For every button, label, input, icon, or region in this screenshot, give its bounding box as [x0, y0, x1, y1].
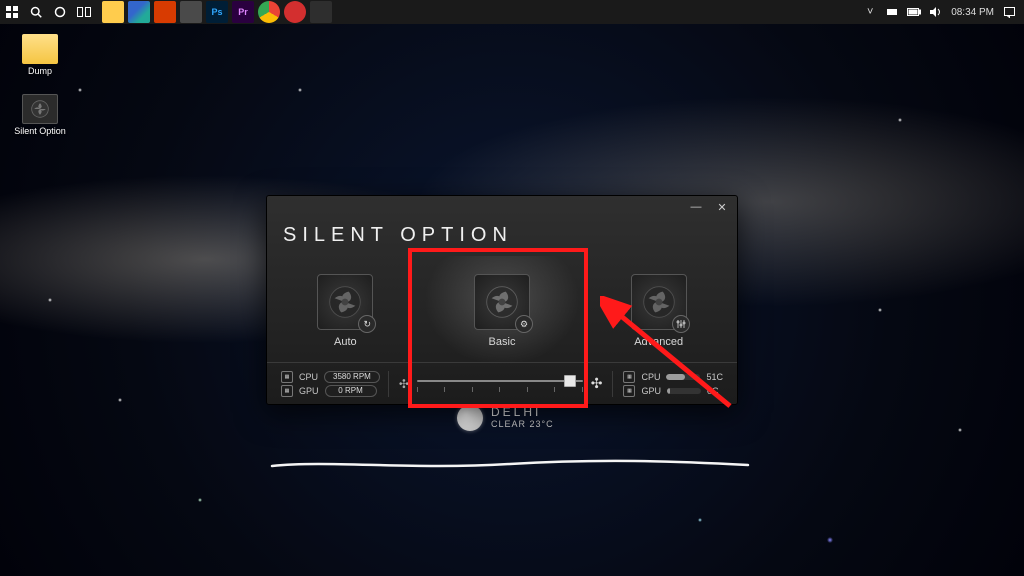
weather-city: DELHI [491, 406, 554, 419]
weather-widget[interactable]: DELHI CLEAR 23°C [457, 405, 554, 431]
weather-moon-icon [457, 405, 483, 431]
mode-advanced[interactable]: Advanced [580, 256, 737, 366]
gpu-label: GPU [299, 386, 319, 396]
taskbar-left: Ps Pr [0, 0, 334, 24]
tray-network-icon[interactable] [885, 5, 899, 19]
search-button[interactable] [24, 0, 48, 24]
gpu-chip-icon: ▦ [281, 385, 293, 397]
desktop-icon-label: Dump [12, 66, 68, 76]
fan-icon [631, 274, 687, 330]
taskbar-app-explorer[interactable] [102, 1, 124, 23]
cpu-temp-value: 51C [706, 372, 723, 382]
tray-clock[interactable]: 08:34 PM [951, 7, 994, 18]
cortana-button[interactable] [48, 0, 72, 24]
cpu-label: CPU [299, 372, 318, 382]
tray-volume-icon[interactable] [929, 5, 943, 19]
app-title: SILENT OPTION [283, 224, 513, 247]
folder-icon [22, 34, 58, 64]
desktop-icon-silent-option[interactable]: Silent Option [12, 94, 68, 136]
gpu-temp-value: 0C [707, 386, 719, 396]
weather-condition: CLEAR 23°C [491, 420, 554, 430]
gpu-label: GPU [641, 386, 661, 396]
right-stats: ▦ CPU 51C ▦ GPU 0C [612, 371, 737, 397]
taskbar-app-edge[interactable] [128, 1, 150, 23]
gpu-chip-icon: ▦ [623, 385, 635, 397]
mode-label: Advanced [634, 336, 683, 348]
taskbar-app-calc[interactable] [180, 1, 202, 23]
taskbar-app-recorder[interactable] [284, 1, 306, 23]
taskbar-apps: Ps Pr [100, 0, 334, 24]
taskbar-tray: ˅ 08:34 PM [863, 0, 1024, 24]
mode-auto[interactable]: ↻ Auto [267, 256, 424, 366]
cpu-temp-bar [666, 374, 700, 380]
mode-label: Auto [334, 336, 357, 348]
desktop-icon-dump[interactable]: Dump [12, 34, 68, 76]
taskbar-app-photoshop[interactable]: Ps [206, 1, 228, 23]
taskbar-app-office[interactable] [154, 1, 176, 23]
left-stats: ▦ CPU 3580 RPM ▦ GPU 0 RPM [267, 371, 389, 397]
tray-battery-icon[interactable] [907, 5, 921, 19]
gpu-temp-bar [667, 388, 701, 394]
taskbar-app-chrome[interactable] [258, 1, 280, 23]
tray-notifications-icon[interactable] [1002, 5, 1016, 19]
auto-badge-icon: ↻ [358, 315, 376, 333]
sliders-badge-icon [672, 315, 690, 333]
cpu-label: CPU [641, 372, 660, 382]
cpu-chip-icon: ▦ [623, 371, 635, 383]
gpu-rpm-pill: 0 RPM [325, 385, 377, 397]
close-button[interactable]: ✕ [713, 198, 731, 216]
tray-chevron-icon[interactable]: ˅ [863, 5, 877, 19]
fan-icon: ↻ [317, 274, 373, 330]
app-icon [22, 94, 58, 124]
taskbar: Ps Pr ˅ 08:34 PM [0, 0, 1024, 24]
task-view-button[interactable] [72, 0, 96, 24]
cpu-rpm-pill: 3580 RPM [324, 371, 380, 383]
desktop-icon-label: Silent Option [12, 126, 68, 136]
window-titlebar[interactable]: ― ✕ [267, 196, 737, 218]
annotation-highlight-box [408, 248, 588, 408]
taskbar-app-premiere[interactable]: Pr [232, 1, 254, 23]
taskbar-app-terminal[interactable] [310, 1, 332, 23]
minimize-button[interactable]: ― [687, 198, 705, 216]
weather-text: DELHI CLEAR 23°C [491, 406, 554, 429]
cpu-chip-icon: ▦ [281, 371, 293, 383]
annotation-underline [270, 458, 750, 472]
fan-fast-icon: ✣ [591, 375, 603, 392]
start-button[interactable] [0, 0, 24, 24]
